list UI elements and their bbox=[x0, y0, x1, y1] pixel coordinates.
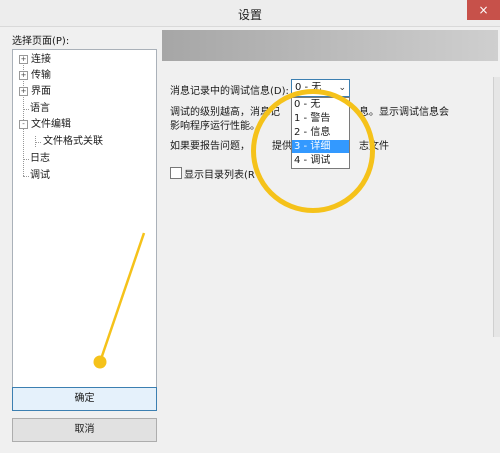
collapse-icon[interactable]: - bbox=[19, 119, 28, 129]
pane-edge bbox=[493, 77, 500, 337]
expand-icon[interactable]: + bbox=[19, 54, 28, 64]
description-text: 息。显示调试信息会 bbox=[359, 107, 449, 118]
description-text: 调试的级别越高，消息记 bbox=[170, 107, 280, 118]
debug-level-dropdown[interactable]: 0 - 无 1 - 警告 2 - 信息 3 - 详细 4 - 调试 bbox=[291, 97, 350, 169]
tree-item-label: 日志 bbox=[30, 153, 50, 164]
expand-icon[interactable]: + bbox=[19, 70, 28, 80]
tree-item-log[interactable]: 日志 bbox=[30, 152, 50, 166]
tree-item-label: 连接 bbox=[31, 54, 51, 65]
select-page-label: 选择页面(P): bbox=[12, 36, 70, 47]
chevron-down-icon[interactable]: ⌄ bbox=[338, 80, 346, 96]
tree-item-language[interactable]: 语言 bbox=[30, 102, 50, 116]
show-dir-list-label: 显示目录列表(R bbox=[184, 170, 255, 181]
tree-item-transfer[interactable]: + 传输 bbox=[19, 69, 51, 83]
dropdown-option-selected[interactable]: 3 - 详细 bbox=[292, 140, 349, 153]
settings-dialog: 设置 × 选择页面(P): + 连接 + 传输 + 界面 语言 - 文件编辑 文… bbox=[0, 0, 500, 453]
tree-guide-line bbox=[23, 109, 29, 110]
tree-item-debug[interactable]: 调试 bbox=[30, 169, 50, 183]
debug-level-label: 消息记录中的调试信息(D): bbox=[170, 86, 289, 97]
tree-item-label: 调试 bbox=[30, 170, 50, 181]
description-text: 影响程序运行性能。 bbox=[170, 121, 260, 132]
close-button[interactable]: × bbox=[467, 0, 500, 20]
tree-item-interface[interactable]: + 界面 bbox=[19, 85, 51, 99]
tree-item-label: 传输 bbox=[31, 70, 51, 81]
tree-item-label: 语言 bbox=[30, 103, 50, 114]
tree-item-file-associations[interactable]: 文件格式关联 bbox=[43, 135, 103, 149]
tree-item-label: 文件格式关联 bbox=[43, 136, 103, 147]
tree-guide-line bbox=[23, 176, 29, 177]
dropdown-option[interactable]: 2 - 信息 bbox=[292, 126, 349, 139]
description-text: 志文件 bbox=[359, 141, 389, 152]
dropdown-option[interactable]: 1 - 警告 bbox=[292, 112, 349, 125]
tree-item-connection[interactable]: + 连接 bbox=[19, 53, 51, 67]
page-header-banner bbox=[162, 30, 498, 61]
debug-level-select[interactable]: 0 - 无 ⌄ bbox=[291, 79, 350, 97]
ok-button[interactable]: 确定 bbox=[12, 387, 157, 411]
tree-guide-line bbox=[23, 159, 29, 160]
debug-settings-pane: 消息记录中的调试信息(D): 0 - 无 ⌄ 调试的级别越高，消息记 息。显示调… bbox=[162, 27, 500, 453]
tree-item-file-editing[interactable]: - 文件编辑 bbox=[19, 118, 71, 132]
window-title: 设置 bbox=[237, 8, 262, 22]
tree-item-label: 文件编辑 bbox=[31, 119, 71, 130]
title-bar: 设置 × bbox=[0, 0, 500, 27]
show-dir-list-checkbox[interactable] bbox=[170, 167, 182, 179]
cancel-button[interactable]: 取消 bbox=[12, 418, 157, 442]
page-selector-pane: 选择页面(P): + 连接 + 传输 + 界面 语言 - 文件编辑 文件格式关联… bbox=[0, 27, 162, 453]
description-text: 如果要报告问题， bbox=[170, 141, 250, 152]
close-icon: × bbox=[478, 3, 489, 17]
expand-icon[interactable]: + bbox=[19, 86, 28, 96]
debug-level-value: 0 - 无 bbox=[295, 82, 322, 93]
tree-guide-line bbox=[35, 142, 41, 143]
dropdown-option[interactable]: 4 - 调试 bbox=[292, 154, 349, 167]
tree-item-label: 界面 bbox=[31, 86, 51, 97]
page-tree[interactable]: + 连接 + 传输 + 界面 语言 - 文件编辑 文件格式关联 日志 调试 bbox=[12, 49, 157, 405]
dropdown-option[interactable]: 0 - 无 bbox=[292, 98, 349, 111]
